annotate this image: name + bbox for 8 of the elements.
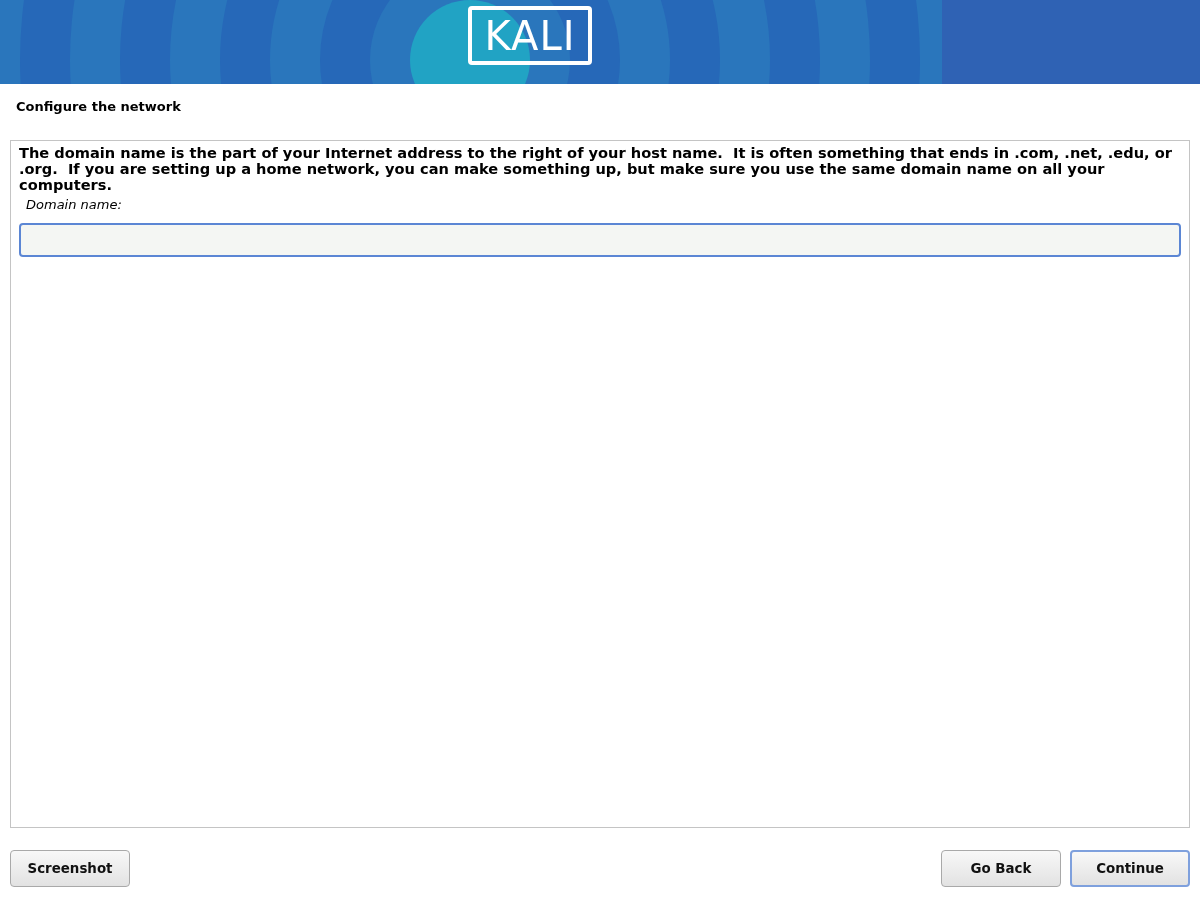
screenshot-button[interactable]: Screenshot <box>10 850 130 887</box>
domain-name-field[interactable] <box>19 223 1181 257</box>
logo: KALI <box>468 6 592 65</box>
page-title: Configure the network <box>15 98 182 116</box>
continue-button[interactable]: Continue <box>1070 850 1190 887</box>
field-label: Domain name: <box>26 197 123 212</box>
description-text: The domain name is the part of your Internet address to the right of your host name. It is often something that ends in .com, .net, .edu, or .org. If you are setting up a home network, you can make something up, but make sure you use the same domain name on all your computers. <box>19 145 1173 193</box>
go-back-button[interactable]: Go Back <box>941 850 1061 887</box>
